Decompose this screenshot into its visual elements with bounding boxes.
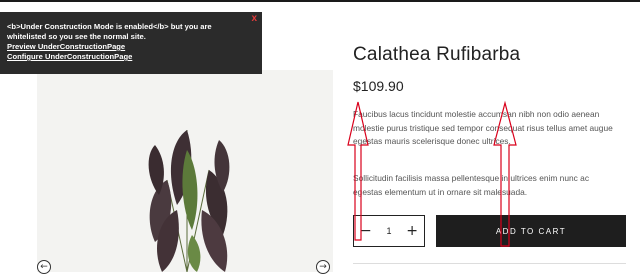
header-bottom-rule	[0, 0, 640, 2]
minus-icon[interactable]: −	[360, 223, 372, 239]
product-price: $109.90	[353, 78, 404, 94]
quantity-stepper[interactable]: − 1 +	[353, 215, 425, 247]
add-to-cart-button[interactable]: ADD TO CART	[436, 215, 626, 247]
close-notice-icon[interactable]: x	[251, 14, 257, 24]
preview-page-link[interactable]: Preview UnderConstructionPage	[7, 42, 248, 52]
summary-divider	[353, 263, 626, 264]
configure-page-link[interactable]: Configure UnderConstructionPage	[7, 52, 248, 62]
product-title: Calathea Rufibarba	[353, 44, 521, 65]
plus-icon[interactable]: +	[406, 223, 418, 239]
product-description-2: Sollicitudin facilisis massa pellentesqu…	[353, 173, 590, 197]
under-construction-notice: <b>Under Construction Mode is enabled</b…	[0, 12, 262, 74]
plant-illustration	[148, 130, 230, 272]
product-image	[37, 70, 333, 272]
product-description-1: Faucibus lacus tincidunt molestie accums…	[353, 109, 613, 146]
notice-message: <b>Under Construction Mode is enabled</b…	[7, 22, 212, 41]
quantity-value[interactable]: 1	[386, 226, 391, 236]
